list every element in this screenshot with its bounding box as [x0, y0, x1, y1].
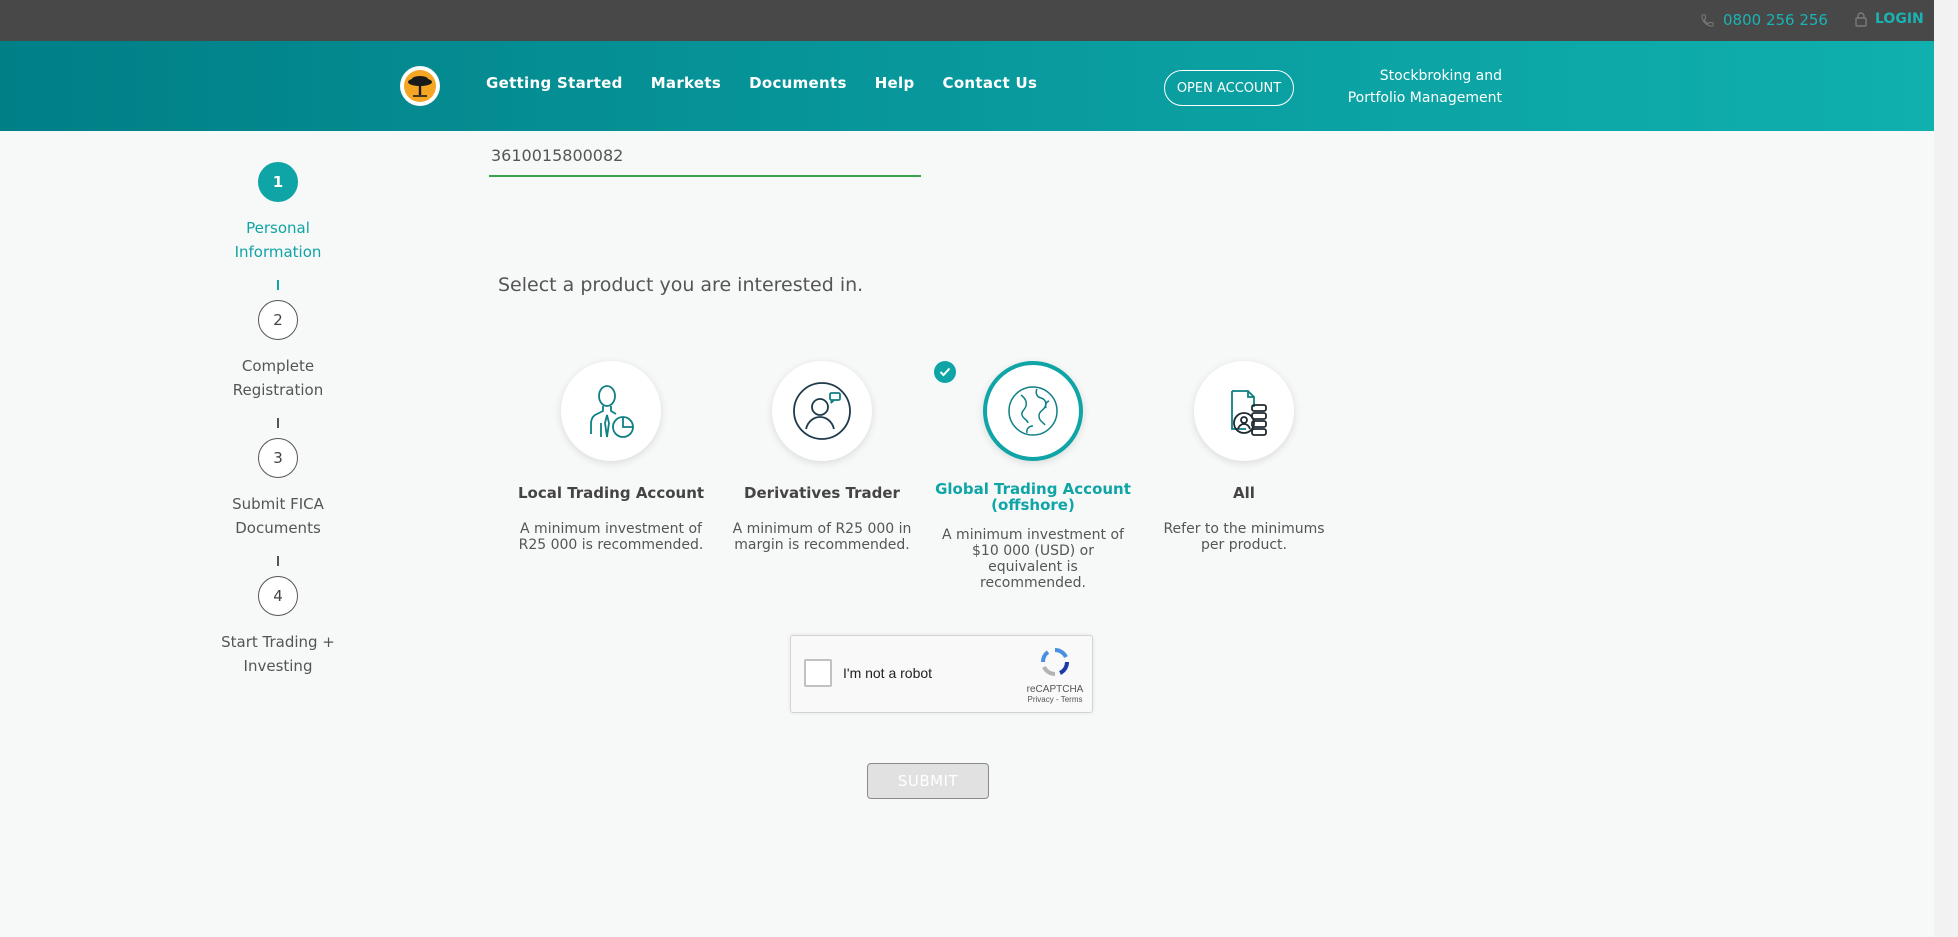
- product-title-line: Derivatives Trader: [744, 484, 900, 502]
- step-label: Personal Information: [198, 216, 358, 264]
- product-title-line: Local Trading Account: [517, 484, 705, 502]
- step-label-line: Personal: [246, 219, 310, 237]
- recaptcha-widget: I'm not a robot reCAPTCHA Privacy - Term…: [790, 635, 1093, 713]
- nav-help[interactable]: Help: [875, 74, 915, 92]
- product-title-line: (offshore): [991, 496, 1075, 514]
- step-label-line: Information: [234, 243, 322, 261]
- step-number: 3: [258, 438, 298, 478]
- step-connector: [277, 418, 279, 428]
- product-prompt: Select a product you are interested in.: [498, 274, 864, 296]
- step-label-line: Documents: [235, 519, 321, 537]
- step-label-line: Complete: [241, 357, 315, 375]
- step-label-line: Registration: [232, 381, 324, 399]
- main-nav: Getting Started Markets Documents Help C…: [486, 74, 1037, 92]
- product-icon-circle[interactable]: [772, 361, 872, 461]
- step-label-line: Start Trading +: [221, 633, 335, 651]
- nav-documents[interactable]: Documents: [749, 74, 847, 92]
- nav-getting-started[interactable]: Getting Started: [486, 74, 623, 92]
- phone-number: 0800 256 256: [1723, 11, 1828, 29]
- recaptcha-brand: reCAPTCHA: [1026, 684, 1084, 695]
- tagline-line-1: Stockbroking and: [1379, 68, 1502, 84]
- step-start-trading: 4 Start Trading + Investing: [198, 576, 358, 678]
- documents-coins-icon: [1231, 390, 1267, 436]
- product-description: A minimum investment of $10 000 (USD) or…: [942, 527, 1124, 591]
- product-all[interactable]: All Refer to the minimums per product.: [1144, 361, 1344, 553]
- page: 0800 256 256 LOGIN Getting Started Marke…: [0, 0, 1958, 937]
- product-title-line: All: [1233, 484, 1255, 502]
- tree-logo-icon: [404, 70, 436, 102]
- product-title: All: [1144, 485, 1344, 501]
- person-chart-icon: [590, 385, 634, 438]
- step-label-line: Submit FICA: [232, 495, 324, 513]
- step-label: Start Trading + Investing: [198, 630, 358, 678]
- phone-icon: [1701, 13, 1714, 27]
- step-submit-fica: 3 Submit FICA Documents: [198, 438, 358, 540]
- recaptcha-label: I'm not a robot: [843, 665, 933, 681]
- phone-link[interactable]: 0800 256 256: [1700, 11, 1828, 29]
- product-local-trading[interactable]: Local Trading Account A minimum investme…: [511, 361, 711, 553]
- globe-icon: [1008, 386, 1058, 436]
- step-label: Complete Registration: [198, 354, 358, 402]
- step-complete-registration: 2 Complete Registration: [198, 300, 358, 402]
- scrollbar[interactable]: [1934, 0, 1958, 937]
- trader-headset-icon: [793, 382, 851, 440]
- step-connector: [277, 280, 279, 290]
- login-label: LOGIN: [1875, 11, 1924, 27]
- nav-markets[interactable]: Markets: [651, 74, 721, 92]
- tagline: Stockbroking and Portfolio Management: [1330, 65, 1502, 109]
- product-title: Local Trading Account: [511, 485, 711, 501]
- recaptcha-checkbox[interactable]: [804, 659, 832, 687]
- logo[interactable]: [400, 66, 440, 106]
- tagline-line-2: Portfolio Management: [1347, 90, 1502, 106]
- product-description: A minimum of R25 000 in margin is recomm…: [732, 521, 912, 553]
- nav-contact-us[interactable]: Contact Us: [943, 74, 1038, 92]
- open-account-button[interactable]: OPEN ACCOUNT: [1164, 70, 1294, 106]
- main-header: Getting Started Markets Documents Help C…: [0, 41, 1934, 131]
- utility-bar: 0800 256 256 LOGIN: [0, 0, 1934, 41]
- product-global-trading[interactable]: Global Trading Account (offshore) A mini…: [933, 361, 1133, 591]
- step-number: 1: [258, 162, 298, 202]
- recaptcha-logo: reCAPTCHA Privacy - Terms: [1025, 646, 1085, 704]
- step-personal-information: 1 Personal Information: [198, 162, 358, 264]
- recaptcha-links[interactable]: Privacy - Terms: [1025, 695, 1085, 704]
- product-title-line: Global Trading Account: [935, 480, 1131, 498]
- product-derivatives-trader[interactable]: Derivatives Trader A minimum of R25 000 …: [722, 361, 922, 553]
- recaptcha-arrows-icon: [1041, 647, 1070, 677]
- product-description: Refer to the minimums per product.: [1163, 521, 1325, 553]
- product-icon-circle[interactable]: [1194, 361, 1294, 461]
- product-icon-circle[interactable]: [983, 361, 1083, 461]
- id-number-input[interactable]: [489, 136, 921, 177]
- step-number: 2: [258, 300, 298, 340]
- step-number: 4: [258, 576, 298, 616]
- lock-icon: [1855, 11, 1867, 27]
- product-description: A minimum investment of R25 000 is recom…: [518, 521, 704, 553]
- product-icon-circle[interactable]: [561, 361, 661, 461]
- step-connector: [277, 556, 279, 566]
- submit-button[interactable]: SUBMIT: [867, 763, 989, 799]
- product-title: Derivatives Trader: [722, 485, 922, 501]
- step-label-line: Investing: [243, 657, 313, 675]
- step-label: Submit FICA Documents: [198, 492, 358, 540]
- product-title: Global Trading Account (offshore): [933, 481, 1133, 513]
- login-link[interactable]: LOGIN: [1855, 11, 1924, 27]
